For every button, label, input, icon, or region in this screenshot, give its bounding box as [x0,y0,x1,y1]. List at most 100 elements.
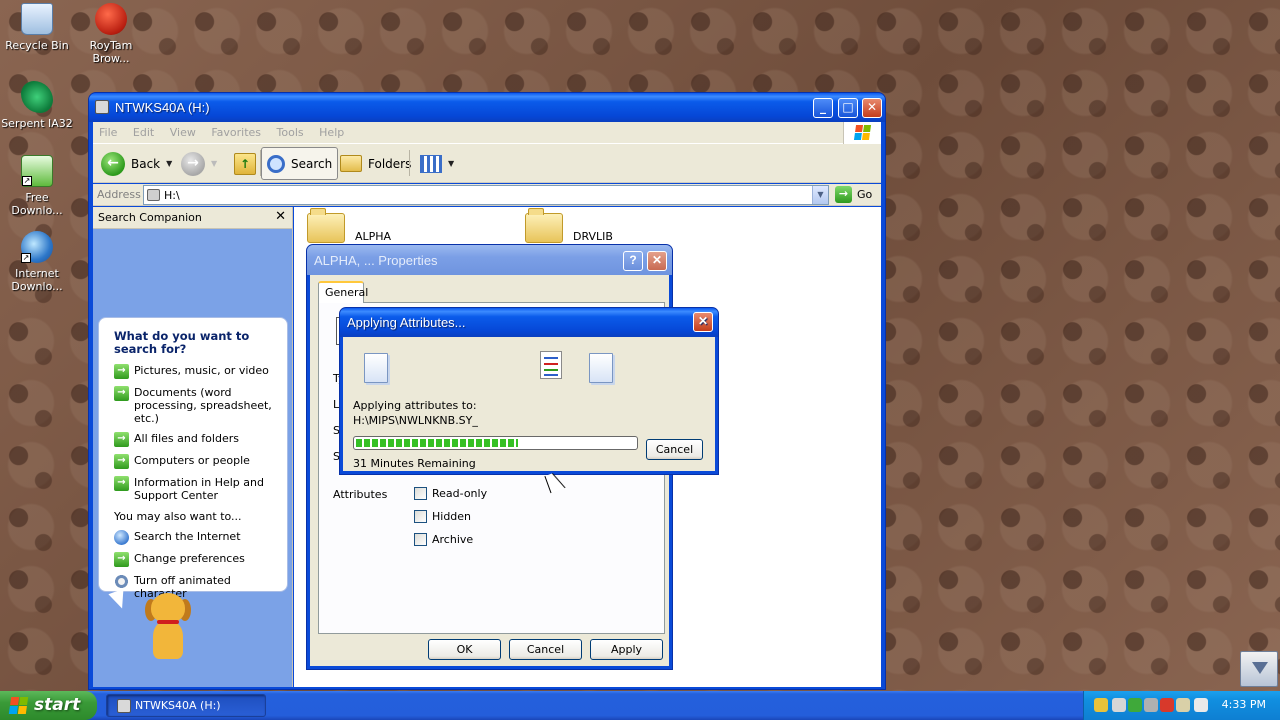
back-button[interactable]: ← Back ▼ [96,147,177,180]
applying-title: Applying Attributes... [347,315,466,330]
address-input[interactable]: H:\ ▼ [143,185,829,205]
chevron-down-icon[interactable]: ▼ [448,159,454,168]
internet-download-icon: ↗ [21,231,53,263]
views-icon [420,154,442,173]
address-bar: Address H:\ ▼ → Go [93,184,881,206]
search-internet-option[interactable]: Search the Internet [114,530,277,545]
system-tray: 4:33 PM [1083,691,1280,720]
tab-general[interactable]: General [318,281,368,303]
menu-view[interactable]: View [164,122,202,139]
search-option[interactable]: → All files and folders [114,432,277,447]
tray-app-icon[interactable] [1094,698,1108,712]
forward-arrow-icon: → [181,151,205,176]
change-preferences-option[interactable]: → Change preferences [114,552,277,567]
applying-titlebar[interactable]: Applying Attributes... ✕ [340,308,718,337]
go-button[interactable]: → Go [835,186,872,203]
search-option-label: Pictures, music, or video [134,364,269,377]
search-button[interactable]: Search [261,147,339,180]
maximize-button[interactable]: □ [838,98,858,118]
menu-edit[interactable]: Edit [127,122,160,139]
forward-button[interactable]: → ▼ [176,147,222,180]
search-option[interactable]: → Documents (word processing, spreadshee… [114,386,277,425]
search-option-label: Documents (word processing, spreadsheet,… [134,386,272,425]
search-option[interactable]: → Information in Help and Support Center [114,476,277,502]
properties-titlebar[interactable]: ALPHA, ... Properties ? ✕ [307,245,672,275]
windows-logo-icon [843,122,881,144]
green-arrow-icon: → [114,386,129,401]
green-arrow-icon: → [114,432,129,447]
close-button[interactable]: ✕ [647,251,667,271]
apply-button[interactable]: Apply [590,639,663,660]
standard-toolbar: ← Back ▼ → ▼ ↑ Search Folders ▼ [93,144,881,183]
explorer-titlebar[interactable]: NTWKS40A (H:) _ □ ✕ [89,93,885,122]
address-label: Address [97,188,141,201]
menu-tools[interactable]: Tools [271,122,310,139]
search-option[interactable]: → Computers or people [114,454,277,469]
desktop-icon-internet-download[interactable]: ↗ Internet Downlo... [0,231,74,293]
desktop-icon-label: Free Downlo... [11,191,63,217]
tray-shield-icon[interactable] [1128,698,1142,712]
hidden-checkbox[interactable]: Hidden [414,510,471,523]
menu-help[interactable]: Help [313,122,350,139]
tray-network-icon[interactable] [1112,698,1126,712]
windows-logo-icon [8,697,29,714]
download-arrow-button[interactable] [1240,651,1278,687]
clock[interactable]: 4:33 PM [1222,698,1266,711]
search-companion-header: Search Companion ✕ [93,207,292,229]
desktop-icon-label: Serpent IA32 [1,117,73,130]
go-label: Go [857,188,873,201]
minimize-button[interactable]: _ [813,98,833,118]
desktop-icon-free-download[interactable]: ↗ Free Downlo... [0,155,74,217]
tray-volume-icon[interactable] [1176,698,1190,712]
recycle-bin-icon [21,3,53,35]
tray-security-alert-icon[interactable] [1160,698,1174,712]
search-companion-title: Search Companion [98,211,202,224]
search-dog-character[interactable] [143,593,193,663]
tray-device-icon[interactable] [1144,698,1158,712]
close-button[interactable]: ✕ [693,312,713,332]
close-button[interactable]: ✕ [862,98,882,118]
checkbox-box[interactable] [414,510,427,523]
desktop-icon-recycle-bin[interactable]: Recycle Bin [0,3,74,52]
desktop-icon-serpent[interactable]: Serpent IA32 [0,81,74,130]
folders-button[interactable]: Folders [335,147,416,180]
chevron-down-icon[interactable]: ▼ [812,186,828,204]
folder-icon [525,208,563,243]
up-folder-icon: ↑ [234,152,256,175]
read-only-checkbox[interactable]: Read-only [414,487,487,500]
search-option[interactable]: → Pictures, music, or video [114,364,277,379]
folder-item[interactable]: DRVLIB [525,208,613,243]
help-button[interactable]: ? [623,251,643,271]
toolbar-separator [409,150,410,176]
chevron-down-icon[interactable]: ▼ [166,159,172,168]
progress-fill [356,439,518,447]
turn-off-character-option[interactable]: Turn off animated character [114,574,277,600]
ok-button[interactable]: OK [428,639,501,660]
menu-file[interactable]: File [93,122,123,139]
views-button[interactable]: ▼ [415,147,459,180]
search-option-label: All files and folders [134,432,239,445]
checkbox-box[interactable] [414,533,427,546]
cancel-button[interactable]: Cancel [509,639,582,660]
desktop-icon-label: Recycle Bin [5,39,69,52]
up-folder-button[interactable]: ↑ [229,147,261,180]
start-button[interactable]: start [0,691,97,720]
archive-checkbox[interactable]: Archive [414,533,473,546]
folders-icon [340,155,362,172]
globe-icon [114,530,129,545]
taskbar-item-explorer[interactable]: NTWKS40A (H:) [106,694,266,717]
tray-safely-remove-icon[interactable] [1194,698,1208,712]
search-bubble: What do you want to search for? → Pictur… [98,317,288,600]
desktop-icon-roytam-browser[interactable]: RoyTam Brow... [74,3,148,65]
menu-favorites[interactable]: Favorites [205,122,267,139]
document-icon [589,353,613,383]
search-option-label: Change preferences [134,552,245,565]
chevron-down-icon[interactable]: ▼ [211,159,217,168]
close-icon[interactable]: ✕ [275,209,286,224]
cancel-button[interactable]: Cancel [646,439,703,460]
applying-attributes-dialog: Applying Attributes... ✕ Applying attrib… [339,307,719,475]
time-remaining: 31 Minutes Remaining [353,457,476,470]
start-label: start [34,695,81,715]
checkbox-box[interactable] [414,487,427,500]
folder-item[interactable]: ALPHA [307,208,391,243]
